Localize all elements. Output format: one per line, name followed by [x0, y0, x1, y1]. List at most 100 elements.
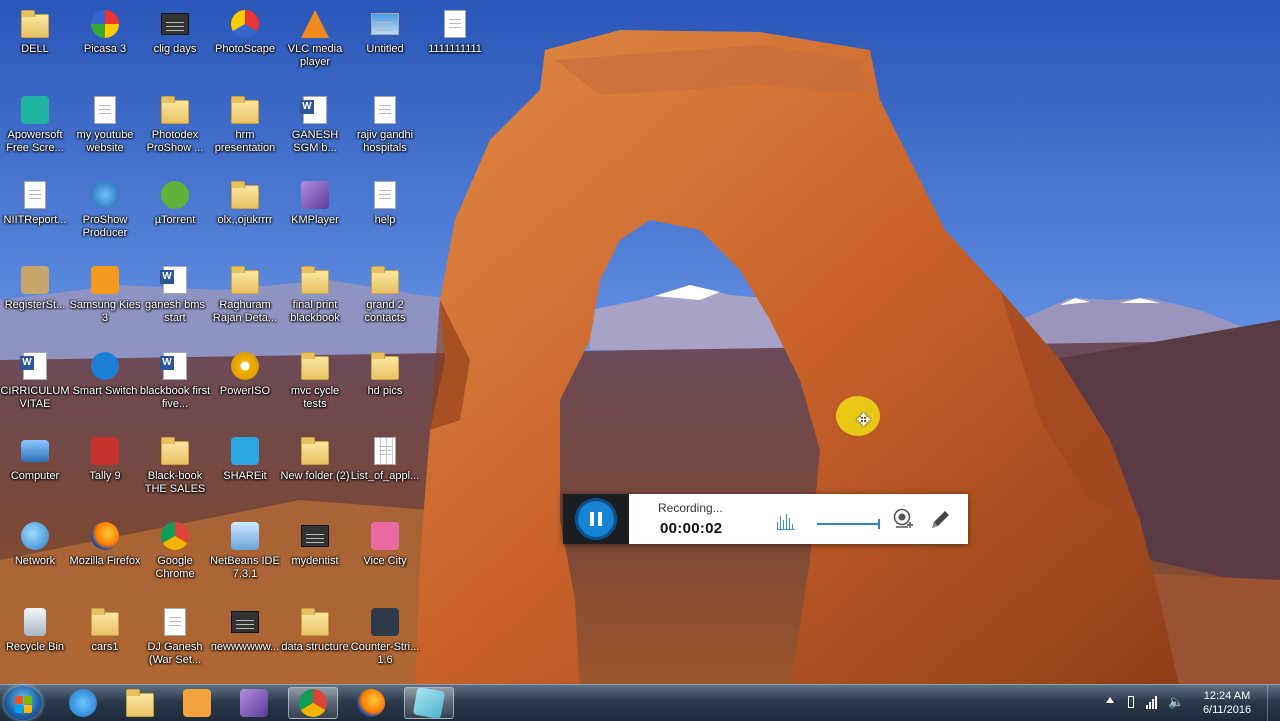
- desktop-icon[interactable]: olx,,ojukrrrr: [210, 173, 280, 253]
- folder-icon: [229, 179, 261, 211]
- counter-strike-icon: [369, 606, 401, 638]
- desktop-icon-label: Computer: [10, 470, 60, 482]
- signal-icon[interactable]: [1146, 695, 1160, 709]
- taskbar-button[interactable]: [404, 686, 454, 720]
- desktop-icon[interactable]: KMPlayer: [280, 173, 350, 253]
- desktop-icon[interactable]: help: [350, 173, 420, 253]
- desktop-icon-label: 1111111111: [428, 43, 482, 55]
- desktop-icon[interactable]: hrm presentation: [210, 88, 280, 168]
- webcam-icon[interactable]: [892, 508, 914, 530]
- desktop-icon[interactable]: Smart Switch: [70, 344, 140, 424]
- word-doc-icon: [159, 264, 191, 296]
- desktop-icon-label: GANESH SGM b...: [291, 129, 339, 154]
- desktop-icon[interactable]: Photodex ProShow ...: [140, 88, 210, 168]
- desktop-icon[interactable]: 1111111111: [420, 2, 490, 82]
- pause-button[interactable]: [575, 498, 617, 540]
- desktop-icon[interactable]: VLC media player: [280, 2, 350, 82]
- desktop-icon[interactable]: Untitled: [350, 2, 420, 82]
- desktop-icon[interactable]: List_of_appl...: [350, 429, 420, 509]
- desktop-icon[interactable]: Samsung Kies 3: [70, 258, 140, 338]
- taskbar-button[interactable]: [288, 687, 338, 719]
- desktop-icon[interactable]: SHAREit: [210, 429, 280, 509]
- desktop-icon[interactable]: blackbook first five...: [140, 344, 210, 424]
- desktop-icon[interactable]: Network: [0, 514, 70, 594]
- desktop-icon[interactable]: mvc cycle tests: [280, 344, 350, 424]
- taskbar-button[interactable]: [346, 687, 396, 719]
- desktop-icon-label: µTorrent: [154, 214, 196, 226]
- show-hidden-icons-icon[interactable]: [1106, 697, 1114, 703]
- desktop-icon[interactable]: RegisterSt...: [0, 258, 70, 338]
- desktop-icon[interactable]: rajiv gandhi hospitals: [350, 88, 420, 168]
- text-file-icon: [439, 8, 471, 40]
- desktop-icon[interactable]: newwwwww...: [210, 600, 280, 680]
- desktop: DELL Picasa 3 clig days PhotoScape VLC m…: [0, 0, 1280, 684]
- desktop-icon[interactable]: New folder (2): [280, 429, 350, 509]
- desktop-icon-label: grand 2 contacts: [364, 299, 406, 324]
- desktop-icon-label: clig days: [153, 43, 197, 55]
- desktop-icon[interactable]: clig days: [140, 2, 210, 82]
- photoscape-icon: [229, 8, 261, 40]
- vice-city-icon: [369, 520, 401, 552]
- desktop-icon-label: Tally 9: [89, 470, 121, 482]
- folder-icon: [229, 264, 261, 296]
- desktop-icon[interactable]: Google Chrome: [140, 514, 210, 594]
- desktop-icon-label: data structure: [281, 641, 349, 653]
- taskbar-button[interactable]: [58, 687, 108, 719]
- clock[interactable]: 12:24 AM 6/11/2016: [1192, 689, 1262, 717]
- desktop-icon[interactable]: DELL: [0, 2, 70, 82]
- desktop-icon[interactable]: Picasa 3: [70, 2, 140, 82]
- desktop-icon[interactable]: Black-book THE SALES ...: [140, 429, 210, 509]
- desktop-icon[interactable]: my youtube website: [70, 88, 140, 168]
- desktop-icon[interactable]: grand 2 contacts: [350, 258, 420, 338]
- volume-icon[interactable]: 🔈: [1168, 695, 1184, 709]
- smart-switch-icon: [89, 350, 121, 382]
- taskbar-button[interactable]: [115, 687, 165, 719]
- start-button[interactable]: [4, 686, 42, 720]
- media-player-icon: [183, 689, 211, 717]
- taskbar-button[interactable]: [229, 687, 279, 719]
- firefox-icon: [89, 520, 121, 552]
- battery-icon[interactable]: [1124, 695, 1138, 709]
- spreadsheet-icon: [369, 435, 401, 467]
- show-desktop-button[interactable]: [1267, 685, 1280, 721]
- desktop-icon[interactable]: GANESH SGM b...: [280, 88, 350, 168]
- desktop-icon[interactable]: Apowersoft Free Scre...: [0, 88, 70, 168]
- desktop-icon[interactable]: NetBeans IDE 7.3.1: [210, 514, 280, 594]
- desktop-icon[interactable]: mydentist: [280, 514, 350, 594]
- taskbar-button[interactable]: [172, 687, 222, 719]
- desktop-icon[interactable]: Computer: [0, 429, 70, 509]
- desktop-icon[interactable]: hd pics: [350, 344, 420, 424]
- desktop-icon[interactable]: ganesh bms start: [140, 258, 210, 338]
- desktop-icon[interactable]: NIITReport...: [0, 173, 70, 253]
- desktop-icon[interactable]: CIRRICULUM VITAE: [0, 344, 70, 424]
- folder-icon: [19, 8, 51, 40]
- desktop-icon[interactable]: Raghuram Rajan Deta...: [210, 258, 280, 338]
- desktop-icon[interactable]: Counter-Stri... 1.6: [350, 600, 420, 680]
- desktop-icon[interactable]: PowerISO: [210, 344, 280, 424]
- folder-icon: [299, 350, 331, 382]
- desktop-icon-label: Untitled: [366, 43, 404, 55]
- desktop-icon[interactable]: cars1: [70, 600, 140, 680]
- network-icon: [19, 520, 51, 552]
- folder-icon: [159, 94, 191, 126]
- desktop-icon[interactable]: µTorrent: [140, 173, 210, 253]
- desktop-icon[interactable]: Recycle Bin: [0, 600, 70, 680]
- annotate-pen-icon[interactable]: [928, 508, 952, 532]
- desktop-icon[interactable]: final print blackbook: [280, 258, 350, 338]
- desktop-icon[interactable]: Mozilla Firefox: [70, 514, 140, 594]
- recycle-bin-icon: [19, 606, 51, 638]
- desktop-icon-label: mydentist: [291, 555, 339, 567]
- volume-slider[interactable]: [817, 519, 880, 529]
- desktop-icon[interactable]: Vice City: [350, 514, 420, 594]
- chrome-icon: [159, 520, 191, 552]
- desktop-icon-label: RegisterSt...: [4, 299, 66, 311]
- screen-recorder-toolbar[interactable]: Recording... 00:00:02: [563, 494, 968, 544]
- desktop-icon-label: New folder (2): [280, 470, 350, 482]
- desktop-icon-label: hrm presentation: [214, 129, 276, 154]
- desktop-icon[interactable]: ProShow Producer: [70, 173, 140, 253]
- desktop-icon[interactable]: PhotoScape: [210, 2, 280, 82]
- desktop-icon[interactable]: data structure: [280, 600, 350, 680]
- video-file-icon: [159, 8, 191, 40]
- desktop-icon[interactable]: Tally 9: [70, 429, 140, 509]
- desktop-icon[interactable]: DJ Ganesh (War Set...: [140, 600, 210, 680]
